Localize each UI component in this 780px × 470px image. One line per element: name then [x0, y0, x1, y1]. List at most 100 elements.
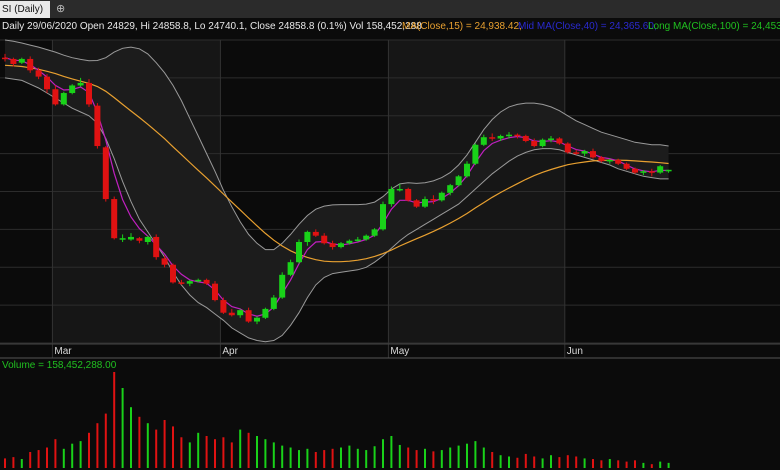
candle-body — [539, 139, 546, 147]
volume-bar — [289, 447, 292, 468]
volume-bar — [197, 432, 200, 468]
volume-bar — [499, 455, 502, 468]
volume-bar — [20, 459, 23, 468]
x-tick-label: Jun — [567, 346, 583, 357]
candle-body — [77, 82, 84, 86]
x-tick-label: Apr — [222, 346, 238, 357]
candle-body — [447, 185, 454, 193]
volume-bar — [323, 450, 326, 468]
candle-body — [195, 279, 202, 282]
volume-bar — [608, 459, 611, 468]
candle-body — [556, 138, 563, 144]
volume-bar — [407, 447, 410, 468]
tab-bar: SI (Daily) ⊕ — [0, 0, 780, 18]
candle-body — [136, 238, 143, 241]
volume-bar — [180, 437, 183, 468]
volume-bar — [625, 461, 628, 468]
candle-body — [657, 166, 664, 173]
volume-bar — [642, 462, 645, 468]
volume-bar — [4, 458, 6, 468]
volume-bar — [617, 460, 620, 468]
volume-bar — [650, 464, 653, 468]
volume-bar — [222, 437, 225, 468]
candle-body — [128, 236, 134, 240]
volume-bar — [634, 460, 636, 468]
candle-body — [203, 279, 210, 284]
volume-bar — [600, 460, 603, 468]
tab-label: SI (Daily) — [2, 4, 44, 15]
candle-body — [405, 188, 412, 201]
candle-body — [270, 297, 277, 309]
plus-circle-icon[interactable]: ⊕ — [56, 1, 65, 17]
candle-body — [262, 308, 269, 318]
volume-bar — [474, 441, 477, 468]
volume-bar — [583, 458, 586, 468]
candle-body — [94, 105, 101, 147]
candle-body — [245, 310, 252, 322]
volume-bar — [491, 452, 494, 468]
volume-bar — [96, 423, 99, 468]
candle-body — [178, 282, 185, 284]
volume-bar — [46, 447, 48, 468]
volume-bar — [331, 448, 334, 468]
volume-bar — [214, 439, 216, 468]
candle-body — [363, 235, 370, 240]
volume-bar — [163, 420, 166, 468]
candle-body — [18, 58, 25, 63]
volume-bar — [71, 443, 74, 468]
volume-bar — [550, 455, 552, 468]
candle-body — [438, 192, 445, 201]
candle-body — [102, 147, 109, 200]
candle-body — [354, 239, 361, 241]
volume-bar — [37, 450, 40, 468]
volume-bar — [54, 439, 57, 468]
candle-body — [522, 135, 529, 141]
candle-body — [69, 85, 76, 94]
candle-body — [548, 138, 554, 140]
volume-bar — [524, 453, 527, 468]
x-tick-label: May — [390, 346, 409, 357]
volume-bar — [314, 452, 317, 468]
candle-body — [388, 188, 395, 205]
volume-bar — [130, 407, 132, 468]
candle-body — [422, 199, 428, 207]
volume-bar — [340, 447, 342, 468]
volume-bar — [466, 443, 468, 468]
candle-body — [371, 229, 378, 236]
tab-chart[interactable]: SI (Daily) — [0, 1, 50, 18]
volume-bar — [188, 442, 191, 468]
candle-body — [338, 243, 344, 248]
volume-bar — [390, 436, 393, 468]
candle-body — [10, 58, 17, 64]
volume-bar — [155, 429, 158, 468]
volume-bar — [558, 457, 561, 468]
volume-bar — [79, 441, 82, 468]
volume-bar — [113, 372, 116, 468]
candle-body — [220, 300, 227, 313]
candle-body — [564, 143, 571, 153]
volume-bar — [205, 436, 208, 468]
volume-bar — [104, 413, 107, 468]
candle-body — [632, 168, 638, 173]
candle-body — [119, 238, 126, 240]
candle-body — [287, 262, 294, 275]
candle-body — [598, 157, 605, 162]
candle-body — [254, 317, 260, 322]
candle-body — [396, 188, 403, 191]
volume-bar — [172, 426, 174, 468]
volume-bar — [298, 450, 300, 468]
candle-body — [35, 70, 42, 77]
candle-body — [153, 236, 160, 258]
candle-body — [514, 134, 521, 137]
volume-bar — [432, 451, 435, 468]
volume-bar — [88, 432, 90, 468]
volume-bar — [440, 450, 443, 468]
volume-bar — [348, 445, 351, 468]
candle-body — [640, 171, 647, 173]
candle-body — [312, 231, 319, 236]
volume-bar — [667, 462, 670, 468]
volume-bar — [566, 455, 569, 468]
volume-bar — [373, 446, 376, 468]
candle-body — [321, 235, 328, 244]
mid-ma-readout: Mid MA(Close,40) = 24,365.60, — [518, 21, 657, 32]
